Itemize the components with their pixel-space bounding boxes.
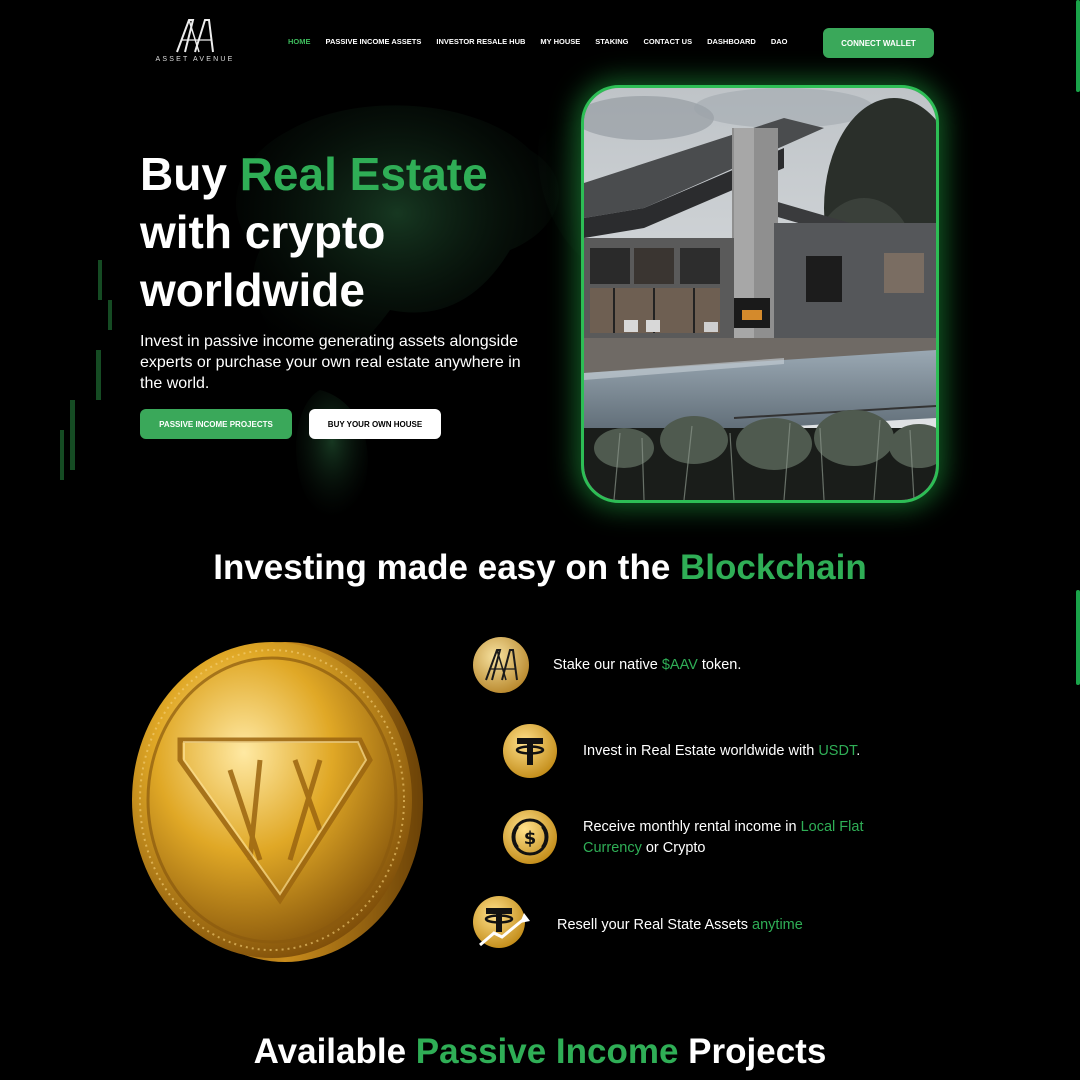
gold-coin-illustration — [132, 642, 423, 962]
projects-title-part1: Available — [253, 1032, 416, 1071]
nav-item-dao[interactable]: DAO — [771, 37, 788, 46]
hero-subtitle: Invest in passive income generating asse… — [140, 333, 521, 392]
nav-item-passive-income-assets[interactable]: PASSIVE INCOME ASSETS — [326, 37, 422, 46]
feature-resell-text: Resell your Real State Assets anytime — [557, 917, 803, 933]
feature-stake-text: Stake our native $AAV token. — [553, 657, 742, 673]
hero-title-part1: Buy — [140, 148, 240, 200]
site-header: ASSET AVENUE HOME PASSIVE INCOME ASSETS … — [0, 0, 1080, 86]
buy-your-own-house-button[interactable]: BUY YOUR OWN HOUSE — [309, 409, 441, 439]
aav-token-icon — [472, 636, 530, 694]
blockchain-title-part1: Investing made easy on the — [213, 548, 681, 587]
projects-section-title: Available Passive Income Projects — [0, 1032, 1080, 1072]
scrollbar-thumb[interactable] — [1076, 590, 1080, 685]
blockchain-section-title: Investing made easy on the Blockchain — [0, 548, 1080, 588]
connect-wallet-button[interactable]: CONNECT WALLET — [823, 28, 934, 58]
feature-usdt-text: Invest in Real Estate worldwide with USD… — [583, 743, 861, 759]
hero-title-part2: with crypto worldwide — [140, 206, 386, 316]
hero-title: Buy Real Estate with crypto worldwide — [140, 145, 560, 319]
main-nav: HOME PASSIVE INCOME ASSETS INVESTOR RESA… — [288, 37, 803, 46]
hero-title-highlight: Real Estate — [239, 148, 488, 200]
nav-item-investor-resale-hub[interactable]: INVESTOR RESALE HUB — [436, 37, 525, 46]
projects-title-highlight: Passive Income — [415, 1032, 679, 1071]
feature-rental-income-text: Receive monthly rental income in Local F… — [583, 819, 864, 856]
brand-logo[interactable]: ASSET AVENUE — [150, 18, 240, 68]
brand-name: ASSET AVENUE — [155, 56, 235, 63]
page: ASSET AVENUE HOME PASSIVE INCOME ASSETS … — [0, 0, 1080, 1080]
modern-house-illustration — [584, 88, 936, 500]
nav-item-my-house[interactable]: MY HOUSE — [540, 37, 580, 46]
nav-item-contact-us[interactable]: CONTACT US — [643, 37, 692, 46]
nav-item-home[interactable]: HOME — [288, 37, 311, 46]
tether-growth-icon — [472, 895, 532, 951]
blockchain-title-highlight: Blockchain — [680, 548, 867, 587]
nav-item-dashboard[interactable]: DASHBOARD — [707, 37, 756, 46]
passive-income-projects-button[interactable]: PASSIVE INCOME PROJECTS — [140, 409, 292, 439]
projects-title-part2: Projects — [678, 1032, 827, 1071]
tether-icon — [502, 723, 558, 779]
svg-text:$: $ — [524, 828, 537, 849]
nav-item-staking[interactable]: STAKING — [595, 37, 628, 46]
usdc-icon: $ — [502, 809, 558, 865]
hero-house-image — [581, 85, 939, 503]
aa-logo-icon — [176, 19, 214, 53]
